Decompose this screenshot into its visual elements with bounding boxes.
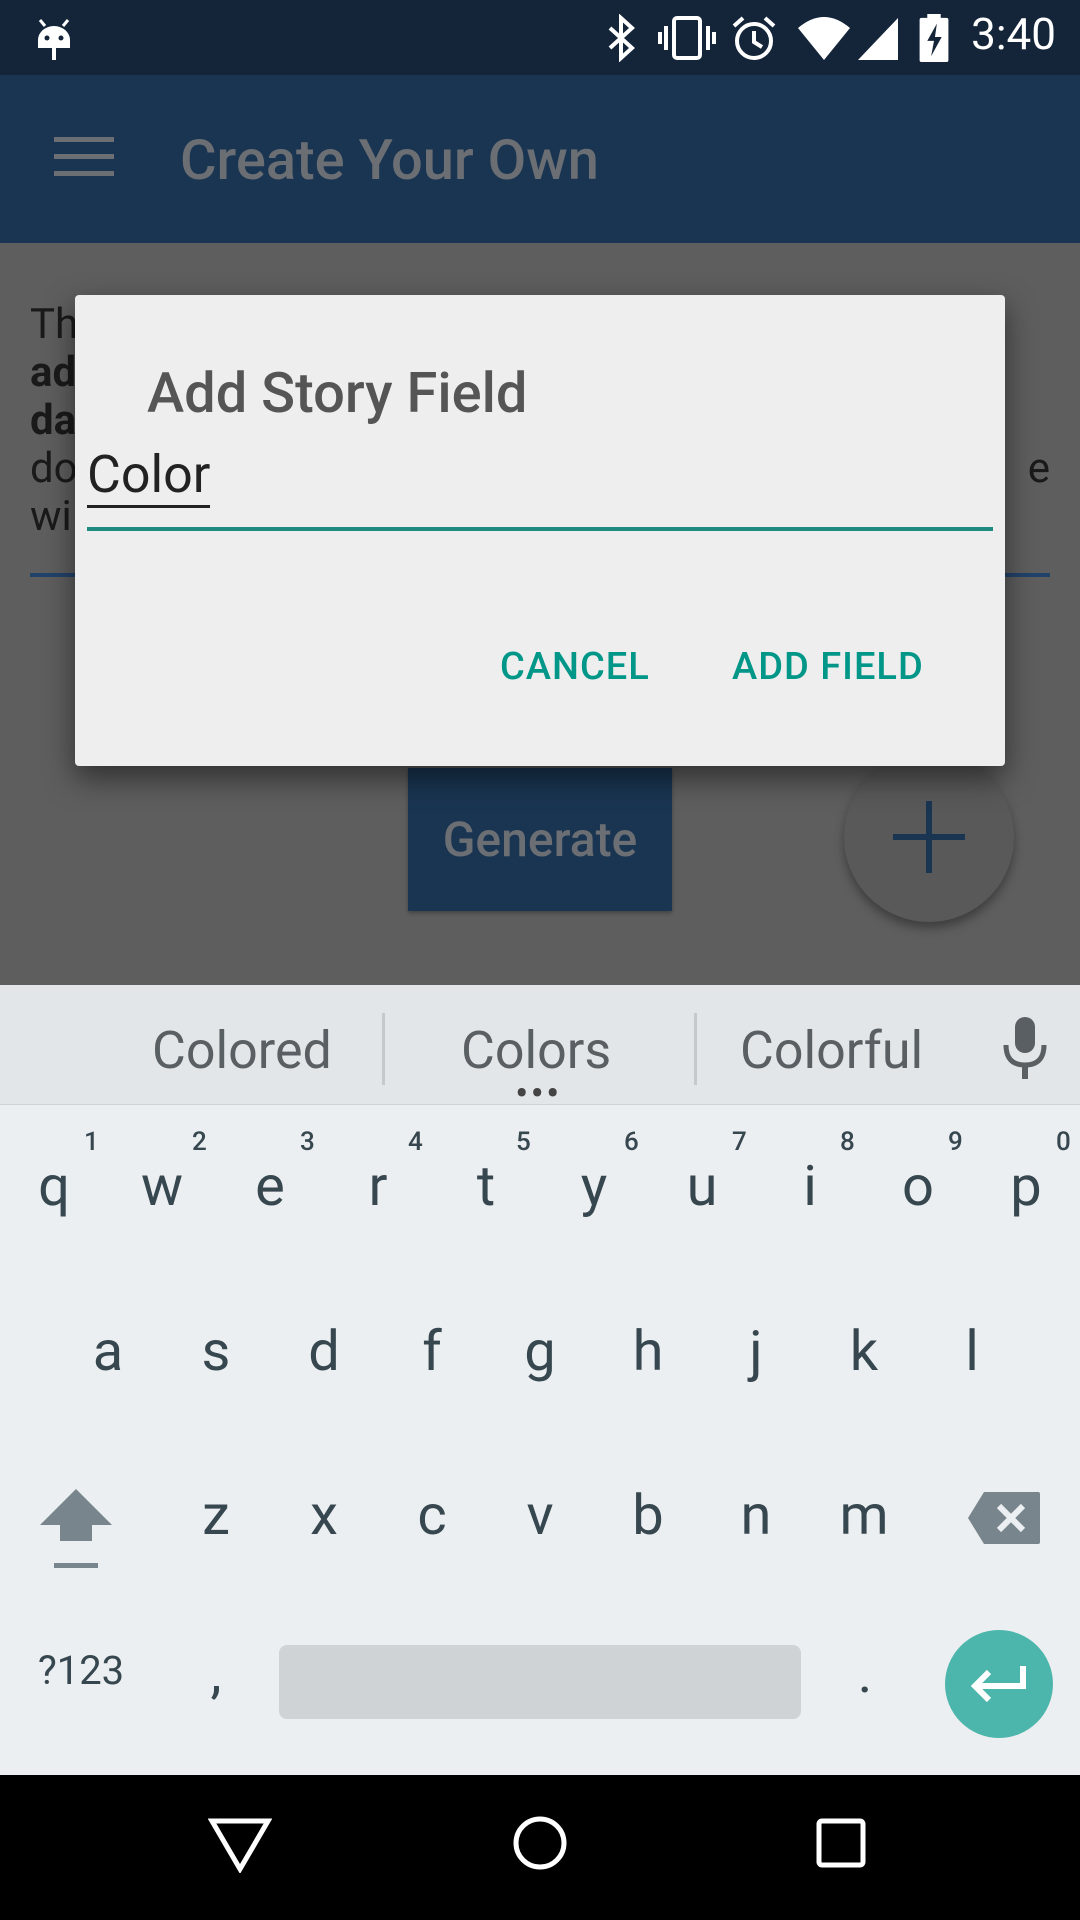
shift-icon[interactable]: [36, 1485, 116, 1573]
key-t[interactable]: t: [432, 1153, 540, 1219]
key-hint: 6: [624, 1127, 639, 1157]
field-name-input[interactable]: Color: [87, 445, 993, 531]
suggestion-item[interactable]: Colored: [152, 1020, 332, 1081]
status-time: 3:40: [971, 8, 1056, 60]
key-u[interactable]: u: [648, 1153, 756, 1219]
key-b[interactable]: b: [594, 1482, 702, 1548]
microphone-icon[interactable]: [1000, 1015, 1050, 1081]
key-x[interactable]: x: [270, 1482, 378, 1548]
navigation-bar: [0, 1775, 1080, 1920]
hamburger-menu-icon[interactable]: [52, 133, 116, 181]
desc-line-end: e: [1027, 444, 1050, 493]
back-icon[interactable]: [208, 1817, 272, 1873]
bluetooth-icon: [608, 14, 635, 62]
key-hint: 4: [408, 1127, 423, 1157]
key-o[interactable]: o: [864, 1153, 972, 1219]
desc-line: do: [30, 444, 78, 493]
space-bar[interactable]: [279, 1645, 801, 1719]
suggestion-strip: Colored Colors Colorful •••: [0, 985, 1080, 1117]
key-c[interactable]: c: [378, 1482, 486, 1548]
add-story-field-dialog: Add Story Field Color CANCEL ADD FIELD: [75, 295, 1005, 766]
key-z[interactable]: z: [162, 1482, 270, 1548]
key-a[interactable]: a: [54, 1318, 162, 1384]
key-p[interactable]: p: [972, 1153, 1080, 1219]
vibrate-icon: [658, 16, 716, 60]
key-hint: 1: [84, 1127, 99, 1157]
key-v[interactable]: v: [486, 1482, 594, 1548]
signal-icon: [858, 18, 898, 60]
wifi-icon: [798, 17, 850, 60]
key-s[interactable]: s: [162, 1318, 270, 1384]
suggestion-divider: [694, 1013, 697, 1085]
key-hint: 7: [732, 1127, 747, 1157]
key-g[interactable]: g: [486, 1318, 594, 1384]
alarm-icon: [732, 16, 776, 60]
soft-keyboard: Colored Colors Colorful ••• ?123 , . q1w…: [0, 985, 1080, 1775]
key-i[interactable]: i: [756, 1153, 864, 1219]
key-f[interactable]: f: [378, 1318, 486, 1384]
key-e[interactable]: e: [216, 1153, 324, 1219]
desc-line: ad: [30, 348, 77, 397]
battery-charging-icon: [919, 14, 949, 62]
dialog-title: Add Story Field: [147, 360, 528, 426]
key-j[interactable]: j: [702, 1318, 810, 1384]
key-hint: 9: [948, 1127, 963, 1157]
enter-arrow-icon: [970, 1666, 1026, 1703]
app-bar: Create Your Own: [0, 75, 1080, 243]
period-key[interactable]: .: [811, 1640, 919, 1706]
recents-icon[interactable]: [815, 1817, 867, 1869]
desc-line: da: [30, 396, 77, 445]
android-debug-icon: [38, 19, 70, 60]
suggestion-item[interactable]: Colorful: [740, 1020, 923, 1081]
plus-icon: [893, 801, 965, 873]
symbols-key[interactable]: ?123: [26, 1647, 136, 1694]
input-underline: [87, 527, 993, 531]
more-suggestions-indicator: •••: [515, 1070, 562, 1117]
key-hint: 3: [300, 1127, 315, 1157]
enter-key[interactable]: [945, 1630, 1053, 1738]
add-field-fab[interactable]: [844, 752, 1014, 922]
cancel-button[interactable]: CANCEL: [500, 645, 650, 689]
key-q[interactable]: q: [0, 1153, 108, 1219]
key-hint: 8: [840, 1127, 855, 1157]
status-bar: 3:40: [0, 0, 1080, 75]
key-m[interactable]: m: [810, 1482, 918, 1548]
key-d[interactable]: d: [270, 1318, 378, 1384]
backspace-icon[interactable]: [966, 1490, 1042, 1546]
key-hint: 5: [516, 1127, 531, 1157]
home-icon[interactable]: [512, 1815, 568, 1871]
key-y[interactable]: y: [540, 1153, 648, 1219]
field-name-value[interactable]: Color: [87, 445, 211, 508]
key-l[interactable]: l: [918, 1318, 1026, 1384]
key-k[interactable]: k: [810, 1318, 918, 1384]
key-n[interactable]: n: [702, 1482, 810, 1548]
add-field-button[interactable]: ADD FIELD: [732, 645, 924, 689]
generate-button[interactable]: Generate: [408, 768, 672, 911]
comma-key[interactable]: ,: [162, 1640, 270, 1706]
page-title: Create Your Own: [180, 127, 599, 193]
suggestion-divider: [382, 1013, 385, 1085]
key-hint: 0: [1056, 1127, 1071, 1157]
key-r[interactable]: r: [324, 1153, 432, 1219]
key-hint: 2: [192, 1127, 207, 1157]
key-h[interactable]: h: [594, 1318, 702, 1384]
key-w[interactable]: w: [108, 1153, 216, 1219]
